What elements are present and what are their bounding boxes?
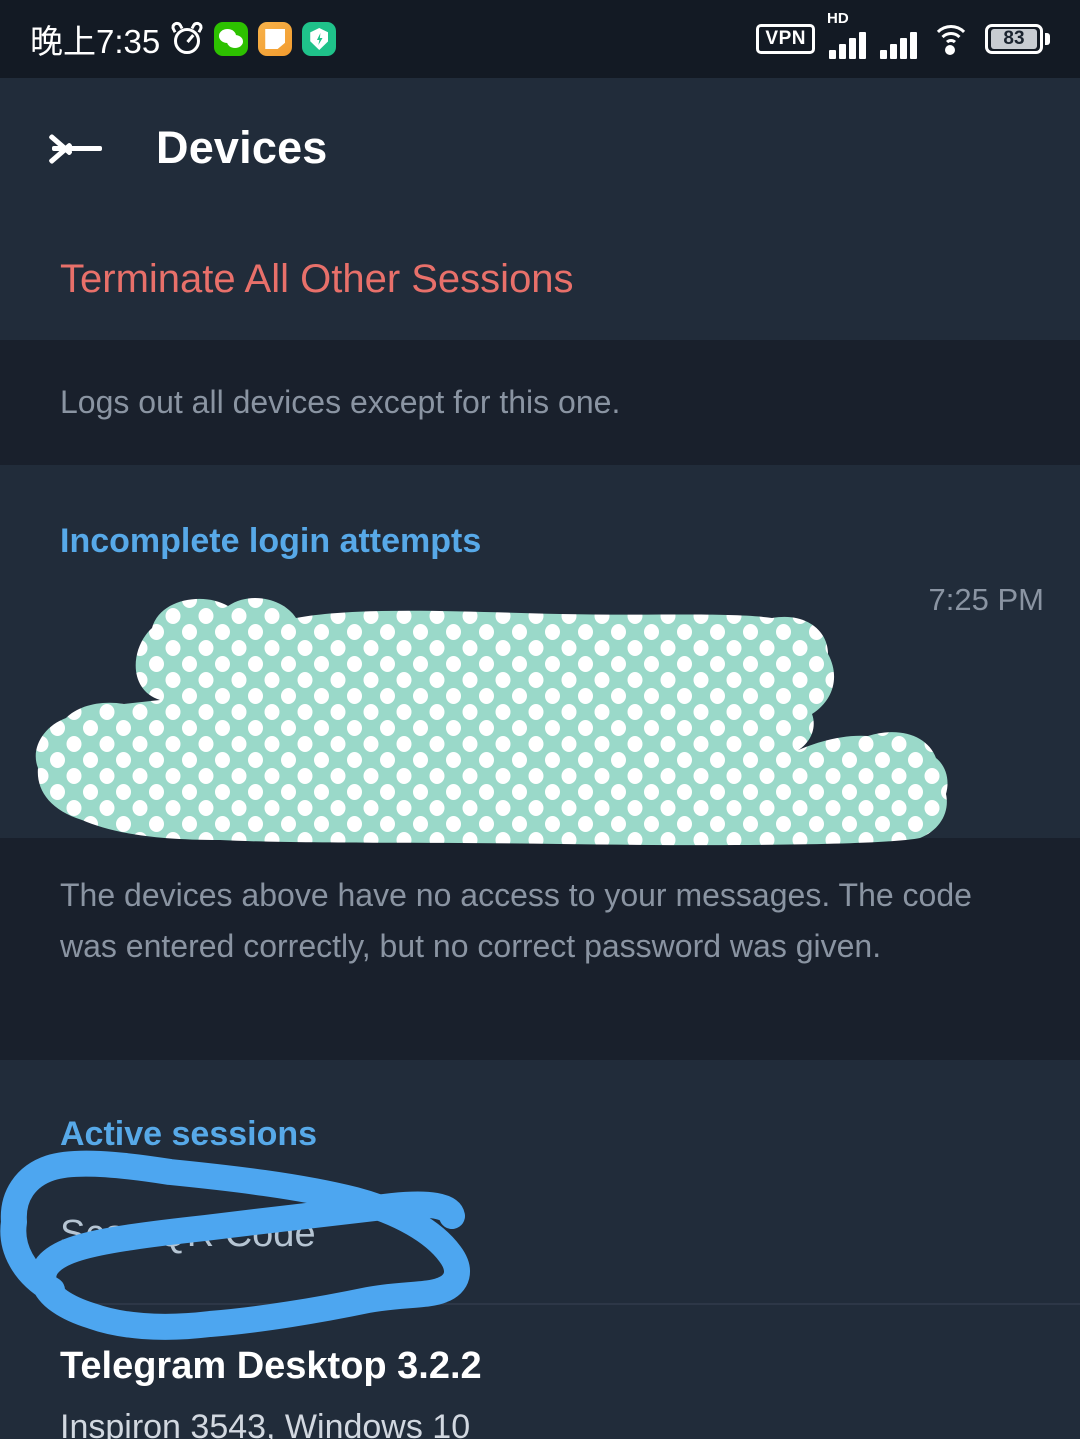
- incomplete-login-header: Incomplete login attempts: [60, 522, 482, 560]
- active-session-device-details: Inspiron 3543, Windows 10: [60, 1408, 471, 1439]
- terminate-caption-text: Logs out all devices except for this one…: [60, 383, 621, 420]
- status-bar: 晚上7:35 VPN HD 83: [0, 0, 1080, 78]
- status-bar-left: 晚上7:35: [30, 15, 337, 63]
- signal-bars-icon: [880, 19, 917, 59]
- incomplete-login-caption: The devices above have no access to your…: [0, 838, 1080, 1060]
- page-title: Devices: [156, 122, 328, 173]
- terminate-all-sessions-label: Terminate All Other Sessions: [60, 256, 574, 301]
- vpn-icon: VPN: [756, 24, 815, 54]
- status-bar-clock: 晚上7:35: [30, 23, 161, 60]
- incomplete-session-time: 7:25 PM: [928, 582, 1044, 617]
- terminate-all-sessions-button[interactable]: Terminate All Other Sessions: [0, 218, 1080, 340]
- note-app-icon: [258, 22, 293, 56]
- incomplete-login-caption-text: The devices above have no access to your…: [60, 877, 972, 964]
- active-sessions-header: Active sessions: [60, 1115, 318, 1153]
- signal-bars-hd-icon: HD: [827, 10, 866, 59]
- list-divider: [60, 1303, 1080, 1305]
- battery-icon: 83: [985, 24, 1050, 54]
- security-shield-app-icon: [302, 22, 337, 56]
- active-session-device-name[interactable]: Telegram Desktop 3.2.2: [60, 1345, 482, 1388]
- scan-qr-code-button[interactable]: Scan QR Code: [60, 1213, 316, 1256]
- back-arrow-icon[interactable]: [48, 125, 108, 171]
- battery-percent-label: 83: [991, 29, 1037, 49]
- status-bar-right: VPN HD 83: [756, 10, 1050, 59]
- hd-label: HD: [827, 10, 849, 27]
- terminate-caption: Logs out all devices except for this one…: [0, 340, 1080, 465]
- wechat-app-icon: [214, 22, 249, 56]
- incomplete-login-section: Incomplete login attempts 7:25 PM: [0, 465, 1080, 838]
- alarm-clock-icon: [169, 19, 205, 56]
- app-bar: Devices: [0, 78, 1080, 218]
- device-screen: 晚上7:35 VPN HD 83 Devices Terminate All O…: [0, 0, 1080, 1439]
- wifi-icon: [931, 23, 971, 55]
